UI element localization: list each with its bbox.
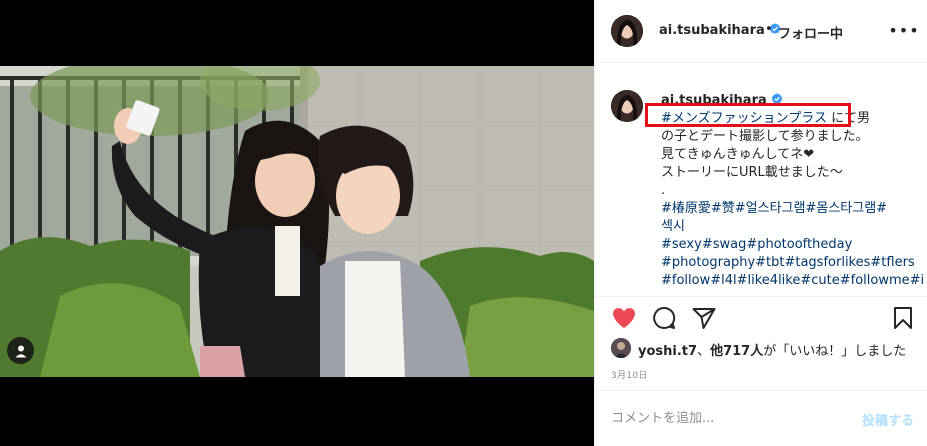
post-media[interactable] [0,0,594,446]
caption-author-avatar[interactable] [611,90,643,122]
hashtag-links[interactable]: 섹시 [661,218,919,236]
photo-illustration [0,66,594,377]
post-side-panel: ai.tsubakihara • フォロー中 ••• ai.tsubakihar… [594,0,927,446]
post-photo[interactable] [0,66,594,377]
likes-count-link[interactable]: 他717人 [710,344,763,359]
likes-summary: yoshi.t7、他717人が「いいね！」しました [611,337,916,359]
comment-icon[interactable] [651,305,677,331]
caption-line: ストーリーにURL載せました〜 [661,165,843,180]
paper-plane-icon[interactable] [691,305,717,331]
heart-filled-icon[interactable] [611,305,637,331]
hashtag-links[interactable]: #椿原愛#赞#얼스타그램#몸스타그램# [661,200,919,218]
more-options-icon: ••• [888,20,920,40]
action-bar [595,296,927,336]
follow-status-button[interactable]: フォロー中 [778,23,843,42]
caption-line: . [661,183,666,198]
avatar-image [611,338,631,358]
header-separator: • [765,22,773,37]
caption-line: の子とデート撮影して参りました。 [661,129,869,144]
caption-line: 見てきゅんきゅんしてネ❤ [661,147,815,162]
avatar-image [611,90,643,122]
more-options-button[interactable]: ••• [888,20,918,40]
avatar-image [611,15,643,47]
tagged-users-button[interactable] [7,337,34,364]
caption-section: ai.tsubakihara #メンズファッションプラス にて男 の子とデート撮… [595,64,927,296]
likes-text: yoshi.t7、他717人が「いいね！」しました [638,344,907,359]
comment-bar: 投稿する [595,390,927,446]
post-comment-button[interactable]: 投稿する [862,410,914,429]
liker-avatar[interactable] [611,338,631,358]
hashtag-links[interactable]: #photography#tbt#tagsforlikes#tflers [661,254,919,272]
author-avatar[interactable] [611,15,643,47]
hashtag-links[interactable]: #sexy#swag#photooftheday [661,236,919,254]
person-tag-icon [15,345,26,357]
bookmark-icon[interactable] [890,305,916,331]
comment-input[interactable] [611,408,841,428]
liker-username[interactable]: yoshi.t7 [638,344,697,359]
hashtag-links[interactable]: #follow#l4l#like4like#cute#followme#i [661,272,924,290]
author-username[interactable]: ai.tsubakihara [659,23,781,38]
post-timestamp[interactable]: 3月10日 [611,368,648,381]
highlight-box [645,103,851,127]
post-header: ai.tsubakihara • フォロー中 ••• [595,0,927,63]
